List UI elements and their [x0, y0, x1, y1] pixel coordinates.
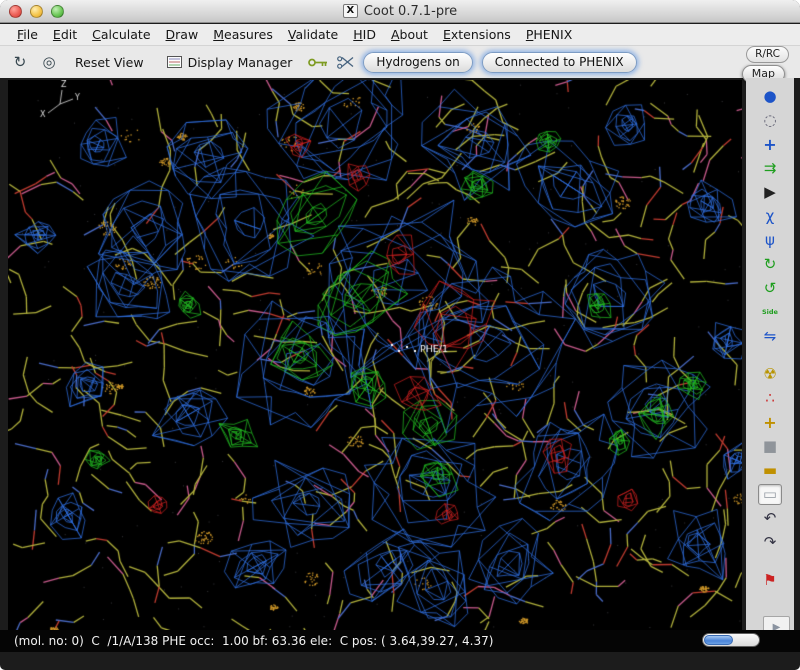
coot-window: X Coot 0.7.1-pre File Edit Calculate Dra…: [0, 0, 800, 670]
side-chain-flip-icon-glyph: Side: [762, 309, 778, 316]
menu-validate[interactable]: Validate: [281, 25, 345, 44]
menu-phenix[interactable]: PHENIX: [519, 25, 579, 44]
reset-view-button[interactable]: Reset View: [68, 52, 151, 73]
window-title-area: X Coot 0.7.1-pre: [343, 4, 457, 19]
place-atom-icon[interactable]: ■: [758, 436, 782, 457]
menu-hid[interactable]: HID: [346, 25, 383, 44]
rotate-translate-icon[interactable]: ⇉: [758, 158, 782, 179]
add-terminal-residue-icon-glyph: ∴: [765, 391, 775, 406]
menu-extensions[interactable]: Extensions: [436, 25, 518, 44]
real-space-refine-icon[interactable]: ●: [758, 86, 782, 107]
molecular-viewport[interactable]: [8, 80, 742, 630]
close-button[interactable]: [9, 5, 22, 18]
undo-icon[interactable]: ↶: [758, 508, 782, 529]
torsion-general-icon-glyph: ↻: [764, 257, 777, 272]
hydrogens-toggle-button[interactable]: Hydrogens on: [363, 52, 472, 73]
recentre-icon[interactable]: ◎: [39, 52, 59, 72]
torsion-general-icon[interactable]: ↻: [758, 254, 782, 275]
rrc-button[interactable]: R/RC: [746, 46, 789, 63]
pointer-icon[interactable]: ▶: [758, 182, 782, 203]
viewport-area: [8, 80, 742, 630]
clear-pending-icon-glyph: ▬: [763, 463, 777, 478]
status-scrollbar-thumb[interactable]: [704, 635, 733, 645]
menu-about[interactable]: About: [384, 25, 435, 44]
place-atom-icon-glyph: ■: [763, 439, 777, 454]
menu-draw[interactable]: Draw: [159, 25, 206, 44]
clear-pending-icon[interactable]: ▬: [758, 460, 782, 481]
auto-fit-rotamer-icon[interactable]: ↺: [758, 278, 782, 299]
run-refmac-icon[interactable]: ⚑: [758, 570, 782, 591]
rotamers-icon-glyph: ψ: [765, 233, 775, 248]
titlebar[interactable]: X Coot 0.7.1-pre: [0, 0, 800, 23]
model-toolbar: ● ◌ + ⇉ ▶ χψ ↻ ↺ Side ⇋ ☢ ∴ + ■ ▬ ▭ ↶ ↷ ⚑: [746, 78, 794, 630]
x11-icon: X: [343, 4, 358, 18]
redo-icon[interactable]: ↷: [758, 532, 782, 553]
edit-chi-angles-icon[interactable]: χ: [758, 206, 782, 227]
menu-file[interactable]: File: [10, 25, 45, 44]
rotamers-icon[interactable]: ψ: [758, 230, 782, 251]
phenix-connection-button[interactable]: Connected to PHENIX: [482, 52, 637, 73]
edit-chi-angles-icon-glyph: χ: [766, 209, 775, 224]
menu-edit[interactable]: Edit: [46, 25, 84, 44]
menu-calculate[interactable]: Calculate: [85, 25, 157, 44]
key-icon[interactable]: [308, 57, 328, 68]
pointer-icon-glyph: ▶: [764, 185, 776, 200]
statusbar: (mol. no: 0) C /1/A/138 PHE occ: 1.00 bf…: [0, 630, 800, 652]
menubar: File Edit Calculate Draw Measures Valida…: [0, 24, 800, 46]
regularize-icon[interactable]: ◌: [758, 110, 782, 131]
scissors-icon[interactable]: [337, 56, 354, 69]
side-chain-flip-icon[interactable]: Side: [758, 302, 782, 323]
rotate-translate-icon-glyph: ⇉: [764, 161, 777, 176]
regularize-icon-glyph: ◌: [763, 113, 776, 128]
flip-peptide-icon-glyph: ⇋: [764, 329, 777, 344]
display-manager-label: Display Manager: [188, 55, 293, 70]
undo-icon-glyph: ↶: [764, 511, 777, 526]
flip-peptide-icon[interactable]: ⇋: [758, 326, 782, 347]
delete-item-icon[interactable]: ▭: [758, 484, 782, 505]
auto-fit-rotamer-icon-glyph: ↺: [764, 281, 777, 296]
status-text: (mol. no: 0) C /1/A/138 PHE occ: 1.00 bf…: [14, 634, 493, 648]
delete-item-icon-glyph: ▭: [763, 487, 777, 502]
rigid-body-fit-icon[interactable]: +: [758, 134, 782, 155]
mutate-icon-glyph: ☢: [763, 367, 776, 382]
add-alt-conf-icon-glyph: +: [763, 415, 776, 431]
add-alt-conf-icon[interactable]: +: [758, 412, 782, 433]
traffic-lights: [9, 5, 64, 18]
status-scrollbar[interactable]: [702, 633, 760, 647]
menu-measures[interactable]: Measures: [206, 25, 280, 44]
mutate-icon[interactable]: ☢: [758, 364, 782, 385]
redo-icon-glyph: ↷: [764, 535, 777, 550]
run-refmac-icon-glyph: ⚑: [763, 573, 776, 588]
minimize-button[interactable]: [30, 5, 43, 18]
main-toolbar: ↻ ◎ Reset View Display Manager Hydrogens…: [0, 46, 800, 78]
zoom-button[interactable]: [51, 5, 64, 18]
window-title: Coot 0.7.1-pre: [364, 4, 457, 19]
real-space-refine-icon-glyph: ●: [763, 89, 776, 104]
add-terminal-residue-icon[interactable]: ∴: [758, 388, 782, 409]
rigid-body-fit-icon-glyph: +: [763, 137, 776, 153]
display-manager-icon: [167, 56, 182, 68]
display-manager-button[interactable]: Display Manager: [160, 52, 300, 73]
rotate-view-icon[interactable]: ↻: [10, 52, 30, 72]
